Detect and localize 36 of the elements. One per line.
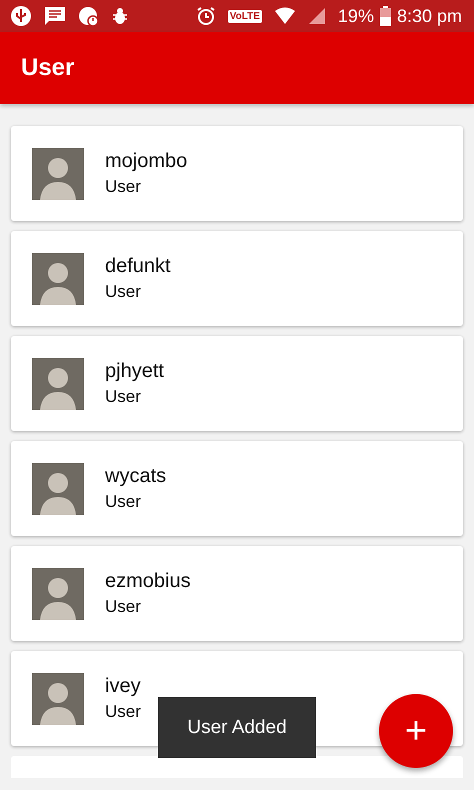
user-role: User (105, 387, 142, 407)
bug-icon (112, 7, 128, 25)
user-role: User (105, 702, 141, 722)
avatar-icon (32, 358, 84, 410)
user-card[interactable]: mojombo User (11, 126, 463, 221)
user-card[interactable]: pjhyett User (11, 336, 463, 431)
signal-icon (308, 7, 326, 25)
user-card[interactable]: ezmobius User (11, 546, 463, 641)
user-name: pjhyett (105, 360, 164, 383)
avatar-icon (32, 252, 84, 304)
volte-badge: VoLTE (228, 10, 262, 22)
avatar-icon (32, 462, 84, 514)
snackbar: User Added (158, 697, 316, 758)
user-name: ezmobius (105, 570, 191, 593)
user-name: ivey (105, 675, 141, 698)
battery-icon (380, 6, 391, 26)
notification-icon (78, 5, 100, 27)
user-role: User (105, 597, 142, 617)
battery-percent: 19% (338, 6, 374, 26)
avatar-icon (32, 568, 84, 620)
clock: 8:30 pm (396, 6, 462, 26)
alarm-icon (196, 6, 216, 26)
avatar-icon (32, 672, 84, 724)
user-role: User (105, 492, 142, 512)
user-name: mojombo (105, 150, 188, 173)
usb-icon (10, 5, 32, 27)
user-card[interactable]: defunkt User (11, 231, 463, 326)
app-title: User (21, 54, 74, 82)
user-role: User (105, 282, 142, 302)
user-name: wycats (105, 465, 166, 488)
message-icon (44, 6, 66, 26)
user-name: defunkt (105, 255, 171, 278)
user-card[interactable]: wycats User (11, 441, 463, 536)
avatar-icon (32, 148, 84, 200)
user-role: User (105, 177, 142, 197)
wifi-icon (274, 7, 296, 25)
